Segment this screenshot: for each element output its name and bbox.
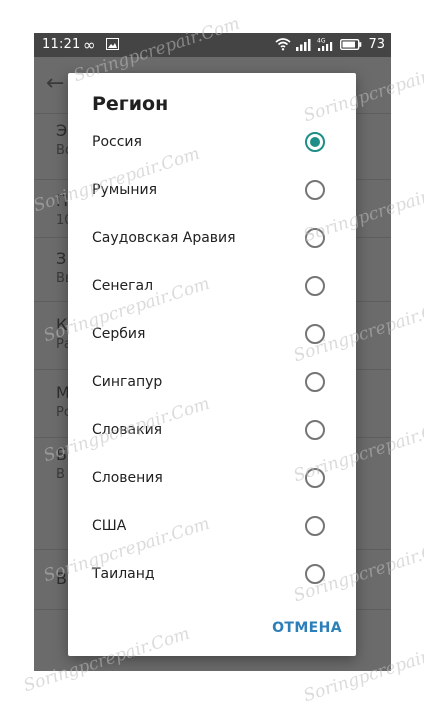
phone-screen: 11:21 ∞ 4G 73 ← Э Во П 10 З Вв К Ра М Ро… — [34, 33, 391, 671]
region-option-label: Саудовская Аравия — [92, 230, 236, 246]
region-dialog: Регион Россия Румыния Саудовская Аравия … — [68, 73, 356, 656]
region-option[interactable]: Россия — [68, 119, 356, 167]
status-bar: 11:21 ∞ 4G 73 — [34, 33, 391, 57]
settings-item-title: Б — [56, 445, 67, 464]
region-option[interactable]: Сербия — [68, 311, 356, 359]
region-option[interactable]: Словакия — [68, 407, 356, 455]
radio-button[interactable] — [305, 516, 325, 536]
region-option-label: США — [92, 518, 127, 534]
region-option[interactable]: Сенегал — [68, 263, 356, 311]
dialog-title: Регион — [92, 93, 169, 115]
region-option-label: Таиланд — [92, 566, 155, 582]
region-option-label: Словакия — [92, 422, 163, 438]
radio-button[interactable] — [305, 420, 325, 440]
region-option-label: Румыния — [92, 182, 158, 198]
region-option[interactable]: Сингапур — [68, 359, 356, 407]
region-option-label: Словения — [92, 470, 163, 486]
radio-button[interactable] — [305, 372, 325, 392]
region-option[interactable]: Таиланд — [68, 551, 356, 599]
region-options-list: Россия Румыния Саудовская Аравия Сенегал… — [68, 119, 356, 599]
region-option-label: Сенегал — [92, 278, 154, 294]
battery-icon — [339, 38, 362, 54]
settings-item-title: З — [56, 249, 67, 268]
status-time: 11:21 — [42, 37, 81, 52]
infinity-icon: ∞ — [83, 36, 96, 54]
radio-button[interactable] — [305, 324, 325, 344]
region-option-label: Сербия — [92, 326, 146, 342]
region-option[interactable]: Саудовская Аравия — [68, 215, 356, 263]
signal-icon — [296, 38, 312, 55]
radio-button[interactable] — [305, 564, 325, 584]
radio-button-checked[interactable] — [305, 132, 325, 152]
settings-item-subtitle: В — [56, 467, 65, 482]
back-arrow-icon[interactable]: ← — [46, 71, 64, 96]
battery-level: 73 — [368, 37, 385, 52]
settings-item-title: В — [56, 569, 67, 588]
settings-item-title: К — [56, 315, 68, 334]
signal-4g-icon: 4G — [317, 37, 335, 55]
radio-button[interactable] — [305, 228, 325, 248]
settings-item-title: Э — [56, 121, 68, 140]
svg-text:4G: 4G — [317, 38, 326, 45]
radio-button[interactable] — [305, 180, 325, 200]
radio-button[interactable] — [305, 468, 325, 488]
settings-item-title: П — [56, 191, 69, 210]
image-icon — [106, 38, 119, 54]
region-option[interactable]: США — [68, 503, 356, 551]
region-option[interactable]: Словения — [68, 455, 356, 503]
radio-button[interactable] — [305, 276, 325, 296]
region-option-label: Сингапур — [92, 374, 163, 390]
region-option-label: Россия — [92, 134, 142, 150]
region-option[interactable]: Румыния — [68, 167, 356, 215]
cancel-button[interactable]: ОТМЕНА — [272, 620, 342, 636]
wifi-icon — [275, 38, 291, 55]
